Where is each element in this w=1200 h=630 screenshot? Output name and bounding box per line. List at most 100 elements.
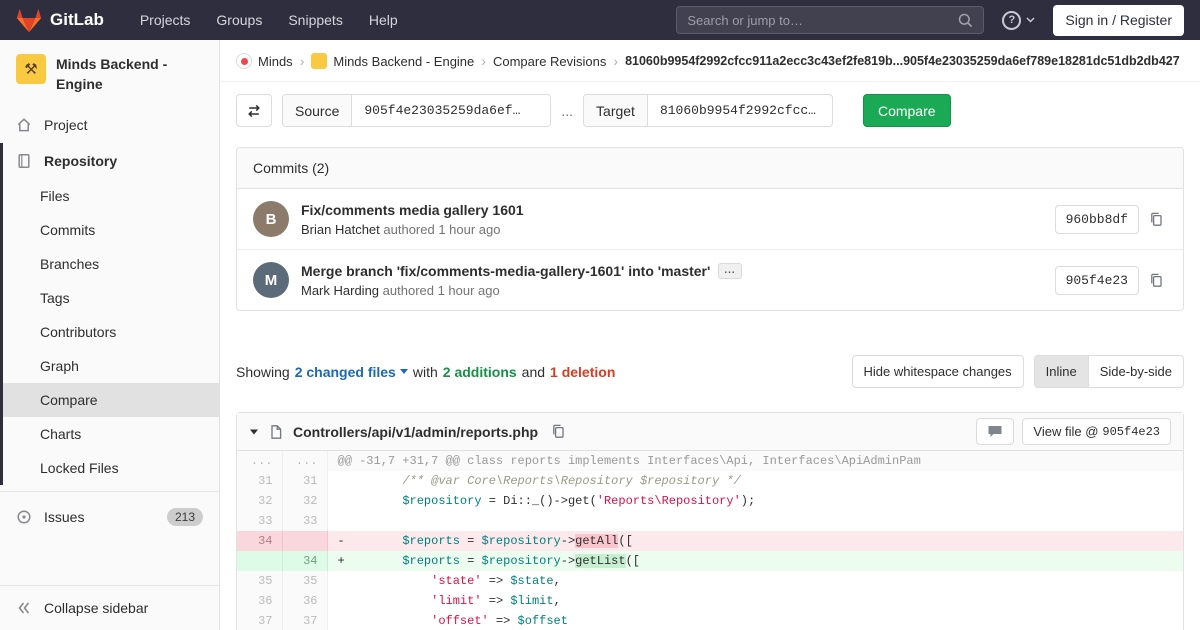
help-dropdown[interactable]: ? — [1002, 10, 1035, 30]
diff-line: 31 31 /** @var Core\Reports\Repository $r… — [237, 471, 1183, 491]
breadcrumb-separator: › — [481, 53, 486, 69]
new-line-number[interactable]: 37 — [282, 611, 328, 630]
diff-line: ...... @@ -31,7 +31,7 @@ class reports im… — [237, 451, 1183, 471]
collapse-sidebar-button[interactable]: Collapse sidebar — [0, 585, 219, 630]
sidebar-item-label: Repository — [44, 152, 118, 169]
breadcrumb-project[interactable]: Minds Backend - Engine — [311, 53, 474, 69]
copy-sha-button[interactable] — [1145, 208, 1167, 231]
commit-description-expander[interactable]: ... — [718, 262, 742, 279]
old-line-number[interactable]: 36 — [237, 591, 283, 611]
chevron-down-icon — [1026, 17, 1035, 23]
new-line-number[interactable]: 34 — [282, 551, 328, 571]
breadcrumb-sha-range: 81060b9954f2992cfcc911a2ecc3c43ef2fe819b… — [625, 54, 1180, 68]
side-by-side-view-button[interactable]: Side-by-side — [1088, 355, 1184, 388]
diff-file-path[interactable]: Controllers/api/v1/admin/reports.php — [293, 424, 538, 440]
view-file-button[interactable]: View file @ 905f4e23 — [1022, 418, 1171, 445]
old-line-number[interactable]: 37 — [237, 611, 283, 630]
hide-whitespace-button[interactable]: Hide whitespace changes — [851, 355, 1024, 388]
copy-sha-button[interactable] — [1145, 269, 1167, 292]
search-input[interactable] — [687, 12, 951, 28]
new-line-number[interactable]: 35 — [282, 571, 328, 591]
breadcrumb-label: Compare Revisions — [492, 53, 607, 69]
changed-files-label: 2 changed files — [294, 363, 396, 380]
commit-author-avatar[interactable]: B — [253, 201, 289, 237]
navbar-links: Projects Groups Snippets Help — [140, 12, 398, 28]
minds-avatar — [236, 53, 252, 69]
commit-title[interactable]: Merge branch 'fix/comments-media-gallery… — [301, 262, 1055, 279]
global-search-box[interactable] — [676, 6, 985, 34]
commit-author-link[interactable]: Mark Harding — [301, 283, 379, 298]
nav-link-projects[interactable]: Projects — [140, 12, 191, 28]
nav-link-help[interactable]: Help — [369, 12, 398, 28]
sidebar-item-graph[interactable]: Graph — [0, 349, 219, 383]
sidebar-item-commits[interactable]: Commits — [0, 213, 219, 247]
repository-section: Repository Files Commits Branches Tags C… — [0, 142, 219, 485]
old-line-number[interactable]: 34 — [237, 531, 283, 551]
question-icon: ? — [1002, 10, 1022, 30]
commit-sha-button[interactable]: 905f4e23 — [1054, 265, 1139, 295]
sidebar-item-locked-files[interactable]: Locked Files — [0, 451, 219, 485]
copy-file-path-button[interactable] — [547, 420, 569, 443]
swap-revisions-button[interactable] — [236, 94, 272, 127]
sidebar-item-files[interactable]: Files — [0, 179, 219, 213]
old-line-number[interactable]: 31 — [237, 471, 283, 491]
commit-author-avatar[interactable]: M — [253, 262, 289, 298]
sidebar-item-issues[interactable]: Issues 213 — [0, 498, 219, 536]
sign-in-register-button[interactable]: Sign in / Register — [1053, 4, 1184, 36]
commit-authored-time: authored 1 hour ago — [383, 221, 501, 237]
project-avatar-small — [311, 53, 328, 69]
and-label: and — [521, 363, 546, 380]
commit-author-link[interactable]: Brian Hatchet — [301, 222, 380, 237]
sidebar-item-repository[interactable]: Repository — [0, 143, 219, 179]
breadcrumb-minds[interactable]: Minds — [236, 53, 293, 69]
old-line-number: ... — [237, 451, 283, 471]
old-line-number[interactable] — [237, 551, 283, 571]
deletions-count: 1 deletion — [550, 363, 616, 380]
old-line-number[interactable]: 32 — [237, 491, 283, 511]
sidebar-item-branches[interactable]: Branches — [0, 247, 219, 281]
diff-code-cell: 'offset' => $offset — [431, 614, 568, 628]
project-context-header[interactable]: ⚒ Minds Backend - Engine — [0, 40, 219, 107]
diff-line: 36 36 'limit' => $limit, — [237, 591, 1183, 611]
toggle-comments-button[interactable] — [976, 418, 1015, 445]
tanuki-logo-icon — [16, 8, 42, 32]
source-revision-input[interactable] — [352, 95, 551, 126]
diff-code-cell: $repository = Di::_()->get('Reports\Repo… — [402, 494, 756, 508]
diff-line: 34 - $reports = $repository->getAll([ — [237, 531, 1183, 551]
commit-sha-button[interactable]: 960bb8df — [1054, 204, 1139, 234]
breadcrumb-label: Minds — [258, 53, 293, 69]
new-line-number[interactable] — [282, 531, 328, 551]
sidebar-item-tags[interactable]: Tags — [0, 281, 219, 315]
copy-icon — [1151, 212, 1162, 226]
diff-line: 34 + $reports = $repository->getList([ — [237, 551, 1183, 571]
breadcrumb-compare-revisions[interactable]: Compare Revisions — [493, 54, 606, 69]
with-label: with — [412, 363, 438, 380]
old-line-number[interactable]: 33 — [237, 511, 283, 531]
view-file-sha: 905f4e23 — [1102, 424, 1160, 439]
sidebar-item-charts[interactable]: Charts — [0, 417, 219, 451]
new-line-number[interactable]: 36 — [282, 591, 328, 611]
breadcrumb-separator: › — [299, 53, 305, 69]
sidebar-item-compare[interactable]: Compare — [0, 382, 219, 417]
sidebar-item-project[interactable]: Project — [0, 107, 219, 143]
new-line-number[interactable]: 32 — [282, 491, 328, 511]
target-revision-input[interactable] — [647, 95, 832, 126]
sidebar-item-label: Issues — [44, 508, 85, 525]
changed-files-dropdown[interactable]: 2 changed files — [295, 364, 408, 380]
diff-view-toggle: Inline Side-by-side — [1033, 355, 1184, 388]
nav-link-snippets[interactable]: Snippets — [288, 12, 342, 28]
sidebar-item-contributors[interactable]: Contributors — [0, 315, 219, 349]
commit-title[interactable]: Fix/comments media gallery 1601 — [301, 202, 1055, 218]
nav-link-groups[interactable]: Groups — [216, 12, 262, 28]
double-chevron-left-icon — [18, 602, 30, 614]
compare-button[interactable]: Compare — [862, 94, 951, 127]
collapse-diff-caret-icon[interactable] — [249, 427, 259, 437]
inline-view-button[interactable]: Inline — [1033, 355, 1089, 388]
old-line-number[interactable]: 35 — [237, 571, 283, 591]
gitlab-logo-link[interactable]: GitLab — [16, 8, 104, 33]
commit-meta: Mark Harding authored 1 hour ago — [301, 283, 1055, 298]
new-line-number[interactable]: 33 — [282, 511, 328, 531]
new-line-number[interactable]: 31 — [282, 471, 328, 491]
project-name: Minds Backend - Engine — [56, 56, 168, 93]
commit-row: B Fix/comments media gallery 1601 Brian … — [237, 189, 1183, 249]
